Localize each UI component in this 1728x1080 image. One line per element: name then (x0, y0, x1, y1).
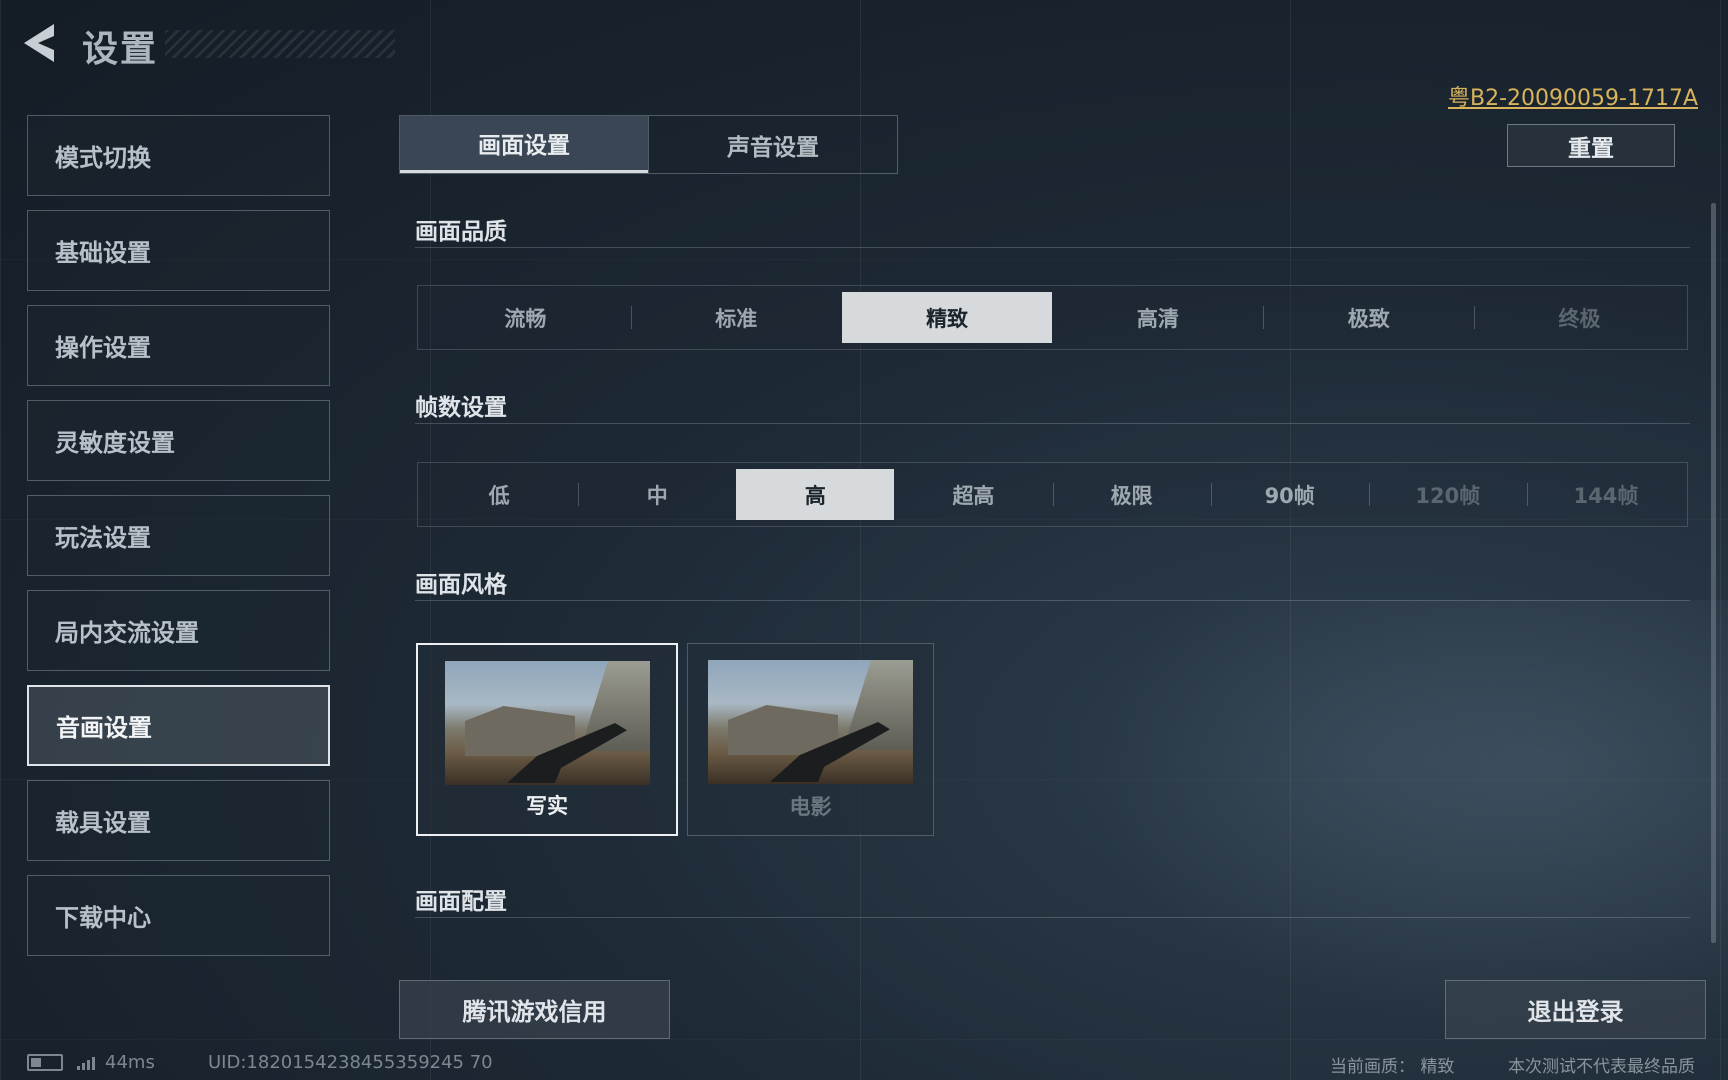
battery-icon (27, 1054, 63, 1071)
framerate-selector: 低 中 高 超高 极限 90帧 120帧 144帧 (417, 462, 1688, 527)
quality-option-hd[interactable]: 高清 (1052, 292, 1263, 343)
framerate-option-ultra[interactable]: 超高 (894, 469, 1052, 520)
framerate-option-120fps[interactable]: 120帧 (1368, 469, 1527, 520)
ping-text: 44ms (105, 1052, 155, 1073)
divider (415, 247, 1690, 248)
sidebar-item-label: 灵敏度设置 (55, 429, 175, 457)
section-title-framerate: 帧数设置 (415, 395, 507, 421)
framerate-option-max[interactable]: 极限 (1052, 469, 1211, 520)
back-arrow-icon[interactable] (20, 22, 60, 64)
section-title-quality: 画面品质 (415, 219, 507, 245)
quality-option-smooth[interactable]: 流畅 (420, 292, 631, 343)
sidebar-item-gameplay[interactable]: 玩法设置 (27, 495, 330, 576)
section-title-config: 画面配置 (415, 889, 507, 915)
style-preview-image (445, 661, 650, 785)
tencent-credit-button[interactable]: 腾讯游戏信用 (399, 980, 670, 1039)
scrollbar[interactable] (1711, 203, 1716, 943)
sidebar: 模式切换 基础设置 操作设置 灵敏度设置 玩法设置 局内交流设置 音画设置 载具… (27, 115, 330, 970)
section-title-style: 画面风格 (415, 572, 507, 598)
current-quality-text: 当前画质： 精致 (1330, 1057, 1455, 1077)
sidebar-item-download[interactable]: 下载中心 (27, 875, 330, 956)
sidebar-item-controls[interactable]: 操作设置 (27, 305, 330, 386)
logout-button[interactable]: 退出登录 (1445, 980, 1706, 1039)
sidebar-item-label: 音画设置 (56, 714, 152, 742)
settings-tabs: 画面设置 声音设置 (399, 115, 898, 174)
sidebar-item-label: 操作设置 (55, 334, 151, 362)
tab-graphics[interactable]: 画面设置 (400, 116, 648, 173)
page-title: 设置 (82, 29, 159, 70)
reset-button[interactable]: 重置 (1507, 124, 1675, 167)
sidebar-item-label: 基础设置 (55, 239, 151, 267)
quality-option-refined[interactable]: 精致 (841, 292, 1053, 343)
sidebar-item-audio-video[interactable]: 音画设置 (27, 685, 330, 766)
sidebar-item-basic[interactable]: 基础设置 (27, 210, 330, 291)
framerate-option-high[interactable]: 高 (736, 469, 895, 520)
quality-selector: 流畅 标准 精致 高清 极致 终极 (417, 285, 1688, 350)
style-option-label: 电影 (789, 795, 832, 819)
style-option-label: 写实 (526, 794, 568, 818)
sidebar-item-vehicle[interactable]: 载具设置 (27, 780, 330, 861)
header: 设置 (0, 0, 400, 90)
uid-text: UID:1820154238455359245 70 (208, 1052, 493, 1073)
sidebar-item-label: 模式切换 (55, 144, 151, 172)
sidebar-item-label: 局内交流设置 (55, 619, 199, 647)
style-option-realistic[interactable]: 写实 (416, 643, 678, 836)
sidebar-item-label: 下载中心 (55, 904, 151, 932)
quality-option-standard[interactable]: 标准 (630, 292, 842, 343)
divider (415, 917, 1690, 918)
framerate-option-medium[interactable]: 中 (578, 469, 736, 520)
disclaimer-text: 本次测试不代表最终品质 (1508, 1057, 1695, 1077)
sidebar-item-communication[interactable]: 局内交流设置 (27, 590, 330, 671)
quality-option-extreme[interactable]: 极致 (1263, 292, 1474, 343)
signal-icon (77, 1056, 95, 1070)
sidebar-item-label: 玩法设置 (55, 524, 151, 552)
divider (415, 600, 1690, 601)
status-bar: 44ms (27, 1052, 155, 1073)
quality-option-ultimate[interactable]: 终极 (1474, 292, 1685, 343)
framerate-option-144fps[interactable]: 144帧 (1526, 469, 1685, 520)
framerate-option-90fps[interactable]: 90帧 (1210, 469, 1369, 520)
sidebar-item-mode-switch[interactable]: 模式切换 (27, 115, 330, 196)
framerate-option-low[interactable]: 低 (420, 469, 578, 520)
style-preview-image (708, 660, 913, 784)
tab-sound[interactable]: 声音设置 (648, 116, 897, 173)
sidebar-item-sensitivity[interactable]: 灵敏度设置 (27, 400, 330, 481)
style-option-cinematic[interactable]: 电影 (687, 643, 934, 836)
sidebar-item-label: 载具设置 (55, 809, 151, 837)
title-decoration (165, 30, 395, 58)
license-link[interactable]: 粤B2-20090059-1717A (1448, 80, 1698, 112)
divider (415, 423, 1690, 424)
